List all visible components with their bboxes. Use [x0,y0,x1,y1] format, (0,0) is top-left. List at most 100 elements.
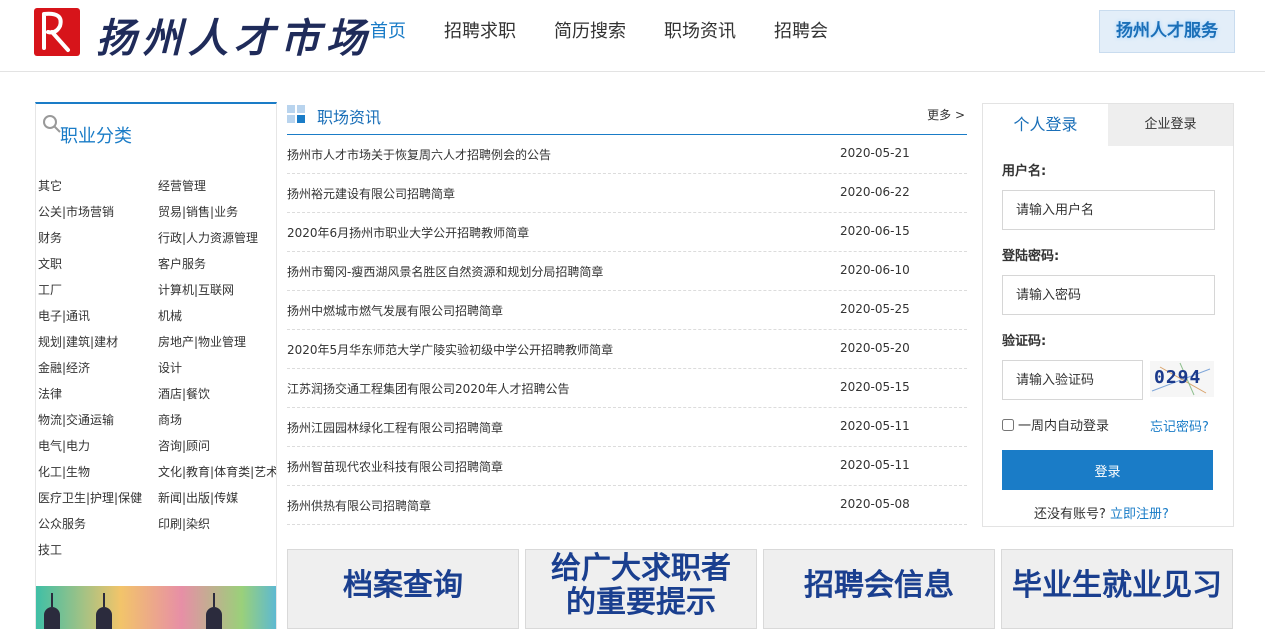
category-row: 化工|生物 文化|教育|体育类|艺术 [36,462,276,488]
category-item[interactable]: 财务 [38,228,62,248]
category-item[interactable]: 化工|生物 [38,462,90,482]
news-item[interactable]: 江苏润扬交通工程集团有限公司2020年人才招聘公告 2020-05-15 [287,369,967,408]
category-item[interactable]: 行政|人力资源管理 [158,228,258,248]
news-item-date: 2020-05-11 [840,458,910,472]
news-item-title[interactable]: 扬州中燃城市燃气发展有限公司招聘简章 [287,302,503,319]
nav-resume-search[interactable]: 简历搜索 [554,18,626,46]
login-tabs: 个人登录 企业登录 [983,104,1233,146]
login-button[interactable]: 登录 [1002,450,1213,490]
news-item-title[interactable]: 扬州江园园林绿化工程有限公司招聘简章 [287,419,503,436]
category-item[interactable]: 贸易|销售|业务 [158,202,238,222]
category-item[interactable]: 文化|教育|体育类|艺术 [158,462,276,482]
news-item-date: 2020-05-15 [840,380,910,394]
tab-company-login[interactable]: 企业登录 [1108,104,1233,146]
category-item[interactable]: 文职 [38,254,62,274]
banner-jobseeker-tips[interactable]: 给广大求职者 的重要提示 [525,549,757,629]
category-grid: 其它 经营管理公关|市场营销 贸易|销售|业务财务 行政|人力资源管理文职 客户服务工厂… [36,176,276,566]
category-row: 规划|建筑|建材 房地产|物业管理 [36,332,276,358]
category-item[interactable]: 印刷|染织 [158,514,210,534]
nav-home[interactable]: 首页 [370,18,406,46]
category-item[interactable]: 电气|电力 [38,436,90,456]
category-item[interactable]: 机械 [158,306,182,326]
news-item[interactable]: 扬州中燃城市燃气发展有限公司招聘简章 2020-05-25 [287,291,967,330]
category-item[interactable]: 技工 [38,540,62,560]
category-banner-image[interactable] [36,586,276,629]
category-item[interactable]: 酒店|餐饮 [158,384,210,404]
category-item[interactable]: 新闻|出版|传媒 [158,488,238,508]
news-item-date: 2020-06-15 [840,224,910,238]
logo-icon[interactable] [34,8,80,56]
job-category-panel: 职业分类 其它 经营管理 公关|市场营销 贸易|销售|业务 财务 行政|人力资源管理 文职 客… [35,102,277,629]
category-item[interactable]: 咨询|顾问 [158,436,210,456]
banner-tips-line2: 的重要提示 [566,585,716,620]
news-header: 职场资讯 更多 > [287,102,967,135]
news-item[interactable]: 扬州智苗现代农业科技有限公司招聘简章 2020-05-11 [287,447,967,486]
category-item[interactable]: 公关|市场营销 [38,202,114,222]
news-item-date: 2020-05-08 [840,497,910,511]
news-item-date: 2020-05-21 [840,146,910,160]
forgot-password-link[interactable]: 忘记密码? [1150,416,1209,435]
username-input[interactable] [1002,190,1215,230]
news-item-date: 2020-05-25 [840,302,910,316]
captcha-value: 0294 [1154,367,1202,388]
news-item[interactable]: 2020年6月扬州市职业大学公开招聘教师简章 2020-06-15 [287,213,967,252]
category-item[interactable]: 商场 [158,410,182,430]
news-item-date: 2020-06-10 [840,263,910,277]
category-row: 法律 酒店|餐饮 [36,384,276,410]
news-item-title[interactable]: 扬州市蜀冈-瘦西湖风景名胜区自然资源和规划分局招聘简章 [287,263,603,280]
news-item-title[interactable]: 扬州市人才市场关于恢复周六人才招聘例会的公告 [287,146,551,163]
captcha-input[interactable] [1002,360,1143,400]
news-item[interactable]: 扬州供热有限公司招聘简章 2020-05-08 [287,486,967,525]
news-item-title[interactable]: 扬州智苗现代农业科技有限公司招聘简章 [287,458,503,475]
captcha-image[interactable]: 0294 [1150,361,1214,397]
news-list: 扬州市人才市场关于恢复周六人才招聘例会的公告 2020-05-21 扬州裕元建设有限… [287,135,967,525]
login-panel: 个人登录 企业登录 用户名: 登陆密码: 验证码: 0294 一周内自动登录 忘… [982,103,1234,527]
category-item[interactable]: 工厂 [38,280,62,300]
banner-archive-query[interactable]: 档案查询 [287,549,519,629]
category-item[interactable]: 公众服务 [38,514,86,534]
lamp-icon [206,593,222,629]
banner-tips-line1: 给广大求职者 [551,551,731,586]
nav-career-news[interactable]: 职场资讯 [664,18,736,46]
grid-icon [287,105,305,123]
category-item[interactable]: 规划|建筑|建材 [38,332,118,352]
category-item[interactable]: 客户服务 [158,254,206,274]
category-item[interactable]: 其它 [38,176,62,196]
news-item-title[interactable]: 扬州供热有限公司招聘简章 [287,497,431,514]
banner-graduate-internship[interactable]: 毕业生就业见习 [1001,549,1233,629]
news-item[interactable]: 2020年5月华东师范大学广陵实验初级中学公开招聘教师简章 2020-05-20 [287,330,967,369]
category-item[interactable]: 计算机|互联网 [158,280,234,300]
news-item[interactable]: 扬州江园园林绿化工程有限公司招聘简章 2020-05-11 [287,408,967,447]
register-link[interactable]: 立即注册? [1110,507,1169,522]
news-item[interactable]: 扬州裕元建设有限公司招聘简章 2020-06-22 [287,174,967,213]
register-row: 还没有账号? 立即注册? [1034,503,1169,522]
category-item[interactable]: 设计 [158,358,182,378]
banner-job-fair-info[interactable]: 招聘会信息 [763,549,995,629]
news-item[interactable]: 扬州市蜀冈-瘦西湖风景名胜区自然资源和规划分局招聘简章 2020-06-10 [287,252,967,291]
nav-recruitment[interactable]: 招聘求职 [444,18,516,46]
remember-me-checkbox[interactable] [1002,418,1014,431]
category-item[interactable]: 经营管理 [158,176,206,196]
talent-service-badge[interactable]: 扬州人才服务 [1099,10,1235,53]
tab-personal-login[interactable]: 个人登录 [983,104,1108,146]
news-item-title[interactable]: 扬州裕元建设有限公司招聘简章 [287,185,455,202]
category-item[interactable]: 房地产|物业管理 [158,332,246,352]
remember-me[interactable]: 一周内自动登录 [1002,415,1109,434]
news-item-title[interactable]: 江苏润扬交通工程集团有限公司2020年人才招聘公告 [287,380,570,397]
site-logo-text[interactable]: 扬州人才市场 [96,6,372,64]
category-row: 技工 [36,540,276,566]
nav-job-fair[interactable]: 招聘会 [774,18,828,46]
category-row: 电气|电力 咨询|顾问 [36,436,276,462]
news-item-date: 2020-06-22 [840,185,910,199]
category-item[interactable]: 医疗卫生|护理|保健 [38,488,142,508]
category-item[interactable]: 金融|经济 [38,358,90,378]
news-more-link[interactable]: 更多 > [927,106,965,123]
lamp-icon [96,593,112,629]
news-item-title[interactable]: 2020年5月华东师范大学广陵实验初级中学公开招聘教师简章 [287,341,613,358]
category-item[interactable]: 法律 [38,384,62,404]
category-item[interactable]: 物流|交通运输 [38,410,114,430]
password-input[interactable] [1002,275,1215,315]
news-item-title[interactable]: 2020年6月扬州市职业大学公开招聘教师简章 [287,224,529,241]
news-item[interactable]: 扬州市人才市场关于恢复周六人才招聘例会的公告 2020-05-21 [287,135,967,174]
category-item[interactable]: 电子|通讯 [38,306,90,326]
